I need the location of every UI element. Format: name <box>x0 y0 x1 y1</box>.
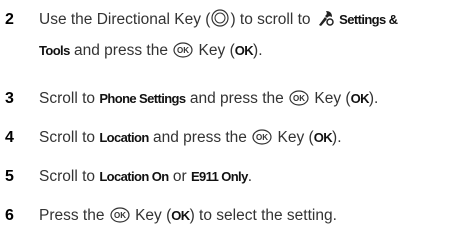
menu-target: Location On <box>99 169 169 184</box>
ok-key-icon: OK <box>252 127 272 154</box>
svg-text:OK: OK <box>177 46 189 55</box>
menu-target: Phone Settings <box>99 91 186 106</box>
step-2: 2 Use the Directional Key () to scroll t… <box>0 6 475 66</box>
menu-target-alt: E911 Only <box>190 169 248 184</box>
step-number: 6 <box>5 207 14 224</box>
step-number: 3 <box>5 90 14 107</box>
step-number: 2 <box>5 11 14 28</box>
svg-text:OK: OK <box>256 133 268 142</box>
ok-label: OK <box>171 208 190 223</box>
settings-tools-label: Settings & <box>339 12 398 27</box>
svg-text:OK: OK <box>114 211 126 220</box>
ok-key-icon: OK <box>289 88 309 115</box>
ok-label: OK <box>234 43 254 58</box>
ok-key-icon: OK <box>110 205 130 232</box>
settings-tools-icon <box>316 9 334 36</box>
ok-key-icon: OK <box>173 40 193 67</box>
svg-text:OK: OK <box>293 94 305 103</box>
step-line-2: Tools and press the OK Key (OK). <box>39 37 263 67</box>
tools-label: Tools <box>39 43 70 58</box>
step-number: 5 <box>5 168 14 185</box>
step-text: Scroll to Phone Settings and press the O… <box>39 85 475 115</box>
step-number: 4 <box>5 129 14 146</box>
step-text: Scroll to Location On or E911 Only. <box>39 168 253 185</box>
step-text: Scroll to Location and press the OK Key … <box>39 124 475 154</box>
directional-key-icon <box>211 9 230 36</box>
ok-label: OK <box>313 130 333 145</box>
step-text: Use the Directional Key () to scroll to … <box>39 6 475 59</box>
step-line-1: Use the Directional Key () to scroll to … <box>39 6 475 36</box>
step-text: Press the OK Key (OK) to select the sett… <box>39 202 475 232</box>
ok-label: OK <box>350 91 370 106</box>
menu-target: Location <box>99 130 149 145</box>
